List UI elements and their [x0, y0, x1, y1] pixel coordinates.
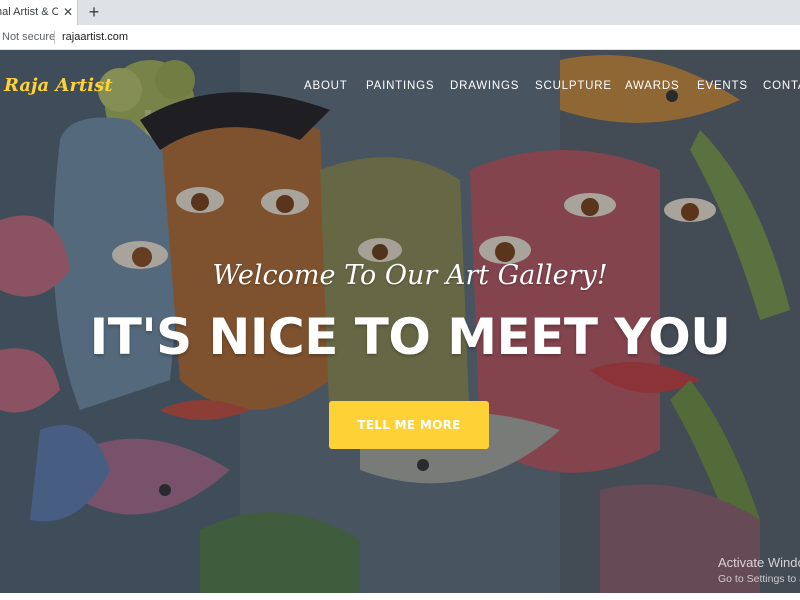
browser-tab[interactable]: nal Artist & Cre ✕: [0, 0, 78, 25]
activation-watermark-title: Activate Windows: [718, 555, 800, 570]
nav-paintings[interactable]: PAINTINGS: [366, 80, 434, 92]
security-label[interactable]: Not secure: [2, 31, 55, 43]
activation-watermark-subtitle: Go to Settings to activate Windows.: [718, 573, 800, 585]
nav-contact[interactable]: CONTA: [763, 80, 800, 92]
nav-sculpture[interactable]: SCULPTURE: [535, 80, 612, 92]
nav-drawings[interactable]: DRAWINGS: [450, 80, 519, 92]
address-bar[interactable]: Not secure rajaartist.com: [0, 25, 800, 50]
nav-about[interactable]: ABOUT: [304, 80, 348, 92]
hero-heading: IT'S NICE TO MEET YOU: [89, 308, 731, 366]
site-logo[interactable]: Raja Artist: [4, 75, 113, 96]
nav-events[interactable]: EVENTS: [697, 80, 748, 92]
browser-tab-bar: nal Artist & Cre ✕ +: [0, 0, 800, 25]
hero-subheading: Welcome To Our Art Gallery!: [212, 260, 608, 291]
address-divider: [54, 31, 55, 44]
nav-awards[interactable]: AWARDS: [625, 80, 679, 92]
new-tab-icon[interactable]: +: [86, 2, 102, 22]
tab-title: nal Artist & Cre: [0, 6, 58, 18]
close-icon[interactable]: ✕: [61, 5, 75, 19]
tell-me-more-button[interactable]: TELL ME MORE: [329, 401, 489, 449]
url-text[interactable]: rajaartist.com: [62, 31, 128, 43]
hero-section: Raja Artist ABOUT PAINTINGS DRAWINGS SCU…: [0, 50, 800, 593]
